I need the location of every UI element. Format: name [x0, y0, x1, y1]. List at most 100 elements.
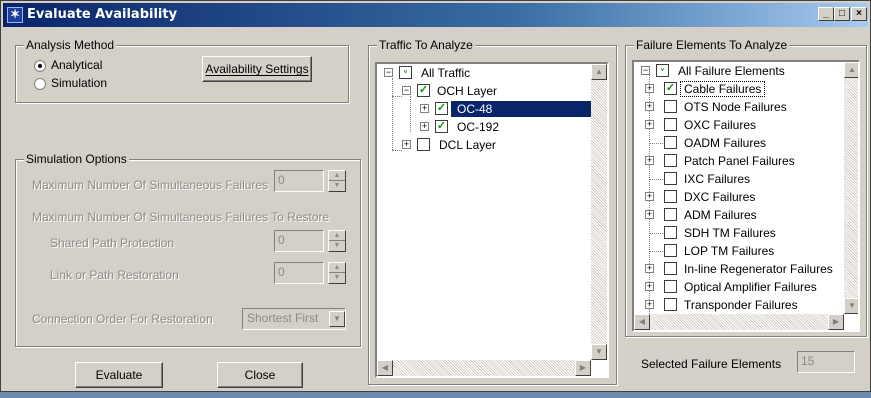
connection-order-select[interactable]: Shortest First ▼: [242, 308, 346, 330]
title-bar[interactable]: ✶ Evaluate Availability _ □ ×: [3, 3, 868, 27]
checkbox-empty[interactable]: [664, 100, 677, 113]
link-restoration-input[interactable]: 0: [274, 262, 324, 284]
close-label: Close: [244, 368, 276, 382]
failure-horizontal-scrollbar[interactable]: ◀ ▶: [634, 314, 844, 330]
checkbox-empty[interactable]: [664, 118, 677, 131]
minus-icon[interactable]: −: [641, 66, 650, 75]
minus-icon[interactable]: −: [402, 86, 411, 95]
spin-up-icon[interactable]: ▲: [329, 263, 345, 273]
tree-item-label: Cable Failures: [679, 81, 766, 97]
scroll-up-icon[interactable]: ▲: [844, 62, 858, 78]
failure-tree[interactable]: − ᵛ All Failure Elements + ✓ Cable Failure…: [632, 60, 860, 332]
scroll-right-icon[interactable]: ▶: [575, 360, 591, 376]
simulation-options-legend: Simulation Options: [24, 152, 129, 166]
close-button[interactable]: Close: [217, 362, 303, 388]
analysis-method-legend: Analysis Method: [24, 38, 117, 52]
scroll-right-icon[interactable]: ▶: [828, 314, 844, 330]
spin-down-icon[interactable]: ▼: [329, 241, 345, 251]
scroll-left-icon[interactable]: ◀: [634, 314, 650, 330]
tree-item-label: Patch Panel Failures: [684, 154, 795, 168]
tree-item-label: IXC Failures: [684, 172, 751, 186]
plus-icon[interactable]: +: [645, 120, 654, 129]
plus-icon[interactable]: +: [645, 264, 654, 273]
tree-connector-line: [649, 143, 663, 144]
checkbox-empty[interactable]: [664, 298, 677, 311]
tree-item-label: OC-192: [457, 120, 500, 134]
tree-item-label: SDH TM Failures: [684, 226, 776, 240]
plus-icon[interactable]: +: [402, 140, 411, 149]
shared-path-spinner[interactable]: ▲ ▼: [328, 230, 346, 252]
tree-connector-line: [649, 251, 663, 252]
tree-connector-line: [649, 179, 663, 180]
spin-up-icon[interactable]: ▲: [329, 171, 345, 181]
partial-check-icon[interactable]: ᵛ: [399, 66, 412, 79]
minus-icon[interactable]: −: [384, 68, 393, 77]
connection-order-label: Connection Order For Restoration: [32, 312, 213, 326]
scroll-down-icon[interactable]: ▼: [844, 298, 858, 314]
traffic-tree[interactable]: − ᵛ All Traffic − ✓ OCH Layer + ✓ OC-48 …: [375, 62, 609, 378]
selected-failure-elements-label: Selected Failure Elements: [641, 357, 782, 371]
traffic-vertical-scrollbar[interactable]: ▲ ▼: [591, 64, 607, 360]
maximize-button[interactable]: □: [834, 7, 850, 21]
plus-icon[interactable]: +: [420, 122, 429, 131]
link-restoration-spinner[interactable]: ▲ ▼: [328, 262, 346, 284]
failure-elements-legend: Failure Elements To Analyze: [634, 38, 790, 52]
checkbox-empty[interactable]: [664, 280, 677, 293]
max-failures-spinner[interactable]: ▲ ▼: [328, 170, 346, 192]
check-icon[interactable]: ✓: [435, 102, 448, 115]
scroll-down-icon[interactable]: ▼: [591, 344, 607, 360]
checkbox-empty[interactable]: [664, 208, 677, 221]
checkbox-empty[interactable]: [664, 226, 677, 239]
scroll-left-icon[interactable]: ◀: [377, 360, 393, 376]
tree-connector-line: [649, 233, 663, 234]
checkbox-empty[interactable]: [664, 136, 677, 149]
selected-failure-elements-value: 15: [797, 351, 855, 373]
app-icon: ✶: [7, 7, 23, 23]
evaluate-label: Evaluate: [95, 368, 143, 382]
tree-item-label: All Traffic: [421, 66, 471, 80]
tree-item-label: In-line Regenerator Failures: [684, 262, 833, 276]
check-icon[interactable]: ✓: [664, 82, 677, 95]
tree-item-oc48[interactable]: + ✓ OC-48: [377, 100, 599, 118]
tree-item-label: DXC Failures: [684, 190, 756, 204]
traffic-horizontal-scrollbar[interactable]: ◀ ▶: [377, 360, 591, 376]
checkbox-empty[interactable]: [664, 262, 677, 275]
shared-path-input[interactable]: 0: [274, 230, 324, 252]
analytical-radio[interactable]: [34, 60, 46, 72]
plus-icon[interactable]: +: [420, 104, 429, 113]
connection-order-value: Shortest First: [247, 311, 319, 325]
plus-icon[interactable]: +: [645, 210, 654, 219]
checkbox-empty[interactable]: [664, 190, 677, 203]
tree-item-label: All Failure Elements: [678, 64, 785, 78]
plus-icon[interactable]: +: [645, 84, 654, 93]
evaluate-availability-window: ✶ Evaluate Availability _ □ × Analysis M…: [0, 0, 871, 392]
availability-settings-button[interactable]: Availability Settings: [202, 56, 312, 82]
spin-down-icon[interactable]: ▼: [329, 181, 345, 191]
spin-up-icon[interactable]: ▲: [329, 231, 345, 241]
max-failures-input[interactable]: 0: [274, 170, 324, 192]
plus-icon[interactable]: +: [645, 192, 654, 201]
checkbox-empty[interactable]: [664, 154, 677, 167]
close-window-button[interactable]: ×: [851, 7, 867, 21]
checkbox-empty[interactable]: [664, 172, 677, 185]
plus-icon[interactable]: +: [645, 156, 654, 165]
check-icon[interactable]: ✓: [435, 120, 448, 133]
checkbox-empty[interactable]: [664, 244, 677, 257]
minimize-button[interactable]: _: [818, 7, 834, 21]
simulation-label[interactable]: Simulation: [51, 76, 107, 90]
plus-icon[interactable]: +: [645, 102, 654, 111]
plus-icon[interactable]: +: [645, 300, 654, 309]
partial-check-icon[interactable]: ᵛ: [656, 64, 669, 77]
max-restore-label: Maximum Number Of Simultaneous Failures …: [32, 210, 330, 224]
chevron-down-icon[interactable]: ▼: [329, 311, 345, 327]
simulation-radio[interactable]: [34, 78, 46, 90]
scroll-up-icon[interactable]: ▲: [591, 64, 607, 80]
analytical-label[interactable]: Analytical: [51, 58, 102, 72]
spin-down-icon[interactable]: ▼: [329, 273, 345, 283]
plus-icon[interactable]: +: [645, 282, 654, 291]
availability-settings-label: Availability Settings: [205, 62, 309, 76]
failure-vertical-scrollbar[interactable]: ▲ ▼: [844, 62, 858, 314]
evaluate-button[interactable]: Evaluate: [75, 362, 163, 388]
check-icon[interactable]: ✓: [417, 84, 430, 97]
checkbox-empty[interactable]: [417, 138, 430, 151]
